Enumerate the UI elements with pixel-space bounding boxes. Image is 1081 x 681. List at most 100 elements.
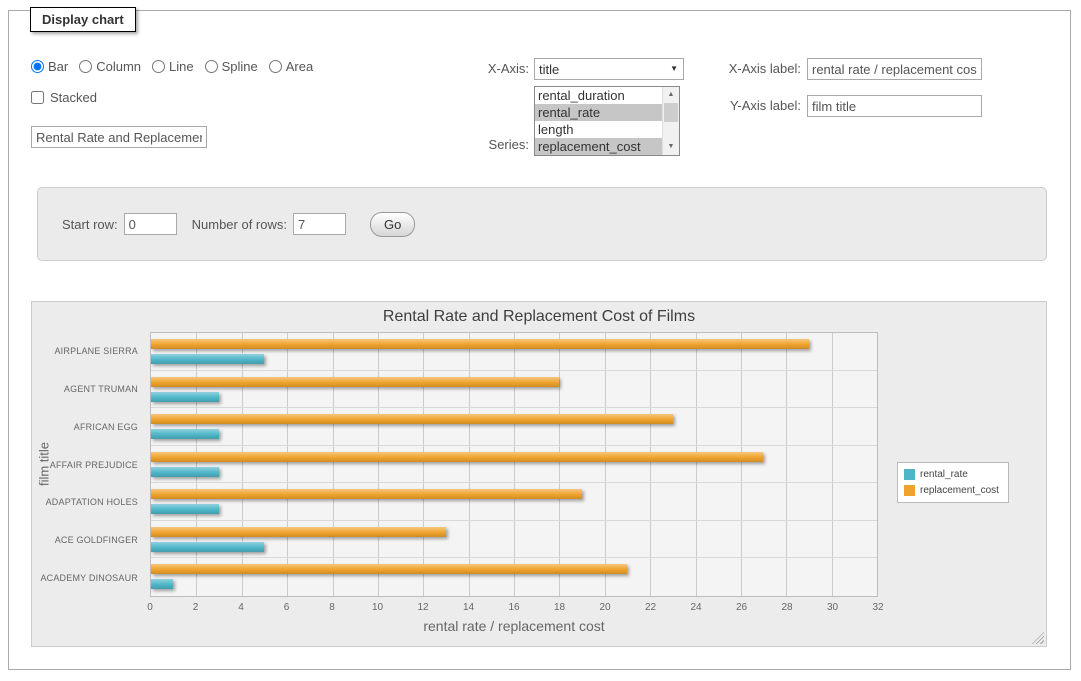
series-option-length[interactable]: length: [535, 121, 662, 138]
number-of-rows-label: Number of rows:: [192, 217, 287, 232]
x-tick-label: 18: [554, 602, 565, 613]
bar-rental_rate[interactable]: [151, 467, 219, 477]
category-row: [151, 333, 877, 371]
chart-type-label-spline: Spline: [222, 59, 258, 74]
bar-rental_rate[interactable]: [151, 504, 219, 514]
chart-title: Rental Rate and Replacement Cost of Film…: [32, 308, 1046, 326]
category-label: ADAPTATION HOLES: [46, 497, 138, 507]
display-chart-fieldset: Display chart Bar Column Line Spline Area St…: [8, 10, 1071, 670]
number-of-rows-input[interactable]: [293, 213, 346, 235]
x-tick-label: 2: [193, 602, 199, 613]
chart-type-radio-group: Bar Column Line Spline Area: [31, 59, 313, 74]
series-option-replacement_cost[interactable]: replacement_cost: [535, 138, 662, 155]
bar-rental_rate[interactable]: [151, 579, 173, 589]
stacked-label: Stacked: [50, 90, 97, 105]
category-labels: AIRPLANE SIERRA AGENT TRUMAN AFRICAN EGG AF…: [32, 332, 144, 597]
bar-rental_rate[interactable]: [151, 354, 264, 364]
chart-type-option-bar[interactable]: Bar: [31, 59, 68, 74]
x-tick-label: 0: [147, 602, 153, 613]
x-tick-label: 16: [508, 602, 519, 613]
x-tick-label: 22: [645, 602, 656, 613]
stacked-option[interactable]: Stacked: [31, 90, 97, 105]
row-range-panel: Start row: Number of rows: Go: [37, 187, 1047, 261]
x-tick-label: 14: [463, 602, 474, 613]
chart-type-radio-bar[interactable]: [31, 60, 44, 73]
chart-type-option-column[interactable]: Column: [79, 59, 141, 74]
legend-swatch-rental_rate: [904, 469, 915, 480]
legend-entry-rental_rate[interactable]: rental_rate: [904, 469, 999, 480]
legend-swatch-replacement_cost: [904, 485, 915, 496]
bar-rental_rate[interactable]: [151, 542, 264, 552]
category-row: [151, 521, 877, 559]
series-listbox-options: rental_durationrental_ratelengthreplacem…: [535, 87, 662, 155]
chart-container: Rental Rate and Replacement Cost of Film…: [31, 301, 1047, 647]
chart-type-label-column: Column: [96, 59, 141, 74]
chart-type-label-bar: Bar: [48, 59, 68, 74]
x-tick-label: 32: [872, 602, 883, 613]
x-tick-label: 8: [329, 602, 335, 613]
chart-type-radio-column[interactable]: [79, 60, 92, 73]
bar-replacement_cost[interactable]: [151, 489, 582, 499]
series-listbox-scrollbar[interactable]: ▲ ▼: [662, 87, 679, 155]
category-label: AGENT TRUMAN: [64, 384, 138, 394]
bar-replacement_cost[interactable]: [151, 377, 559, 387]
x-axis-label-input[interactable]: [807, 58, 982, 80]
plot-rows: [151, 333, 877, 596]
legend-label-rental_rate: rental_rate: [920, 469, 968, 480]
category-label: AFFAIR PREJUDICE: [50, 460, 138, 470]
category-label: AFRICAN EGG: [74, 422, 138, 432]
chart-type-label-line: Line: [169, 59, 194, 74]
legend-label-replacement_cost: replacement_cost: [920, 485, 999, 496]
plot-area: [150, 332, 878, 597]
category-label: ACE GOLDFINGER: [55, 535, 138, 545]
bar-rental_rate[interactable]: [151, 392, 219, 402]
chart-type-radio-area[interactable]: [269, 60, 282, 73]
series-listbox[interactable]: rental_durationrental_ratelengthreplacem…: [534, 86, 680, 156]
x-tick-label: 30: [827, 602, 838, 613]
legend-entry-replacement_cost[interactable]: replacement_cost: [904, 485, 999, 496]
fieldset-title: Display chart: [30, 7, 136, 32]
chart-type-option-area[interactable]: Area: [269, 59, 313, 74]
scrollbar-thumb[interactable]: [664, 103, 678, 122]
chart-type-radio-line[interactable]: [152, 60, 165, 73]
series-option-rental_duration[interactable]: rental_duration: [535, 87, 662, 104]
x-axis-select-wrap: title ▼: [534, 58, 684, 80]
category-row: [151, 558, 877, 596]
chart-type-radio-spline[interactable]: [205, 60, 218, 73]
chart-title-input[interactable]: [31, 126, 207, 148]
category-row: [151, 483, 877, 521]
x-tick-labels: 02468101214161820222426283032: [150, 602, 878, 614]
category-row: [151, 408, 877, 446]
y-axis-label-input[interactable]: [807, 95, 982, 117]
bar-replacement_cost[interactable]: [151, 452, 763, 462]
bar-replacement_cost[interactable]: [151, 339, 809, 349]
bar-replacement_cost[interactable]: [151, 564, 627, 574]
start-row-label: Start row:: [62, 217, 118, 232]
go-button[interactable]: Go: [370, 212, 415, 237]
x-axis-select-label: X-Axis:: [429, 58, 529, 80]
chart-resize-handle[interactable]: [1032, 632, 1044, 644]
stacked-checkbox[interactable]: [31, 91, 44, 104]
chart-x-axis-title: rental rate / replacement cost: [150, 618, 878, 634]
scroll-down-icon[interactable]: ▼: [663, 139, 679, 155]
bar-replacement_cost[interactable]: [151, 414, 673, 424]
bar-replacement_cost[interactable]: [151, 527, 446, 537]
x-tick-label: 28: [781, 602, 792, 613]
chart-type-option-spline[interactable]: Spline: [205, 59, 258, 74]
bar-rental_rate[interactable]: [151, 429, 219, 439]
x-tick-label: 6: [284, 602, 290, 613]
x-tick-label: 20: [599, 602, 610, 613]
series-listbox-label: Series:: [429, 137, 529, 153]
chart-type-label-area: Area: [286, 59, 313, 74]
category-row: [151, 371, 877, 409]
series-option-rental_rate[interactable]: rental_rate: [535, 104, 662, 121]
category-label: AIRPLANE SIERRA: [54, 346, 138, 356]
scroll-up-icon[interactable]: ▲: [663, 87, 679, 103]
x-axis-select[interactable]: title: [534, 58, 684, 80]
x-tick-label: 24: [690, 602, 701, 613]
start-row-input[interactable]: [124, 213, 177, 235]
category-label: ACADEMY DINOSAUR: [40, 573, 138, 583]
chart-type-option-line[interactable]: Line: [152, 59, 194, 74]
y-axis-label-field-label: Y-Axis label:: [685, 95, 801, 117]
category-row: [151, 446, 877, 484]
